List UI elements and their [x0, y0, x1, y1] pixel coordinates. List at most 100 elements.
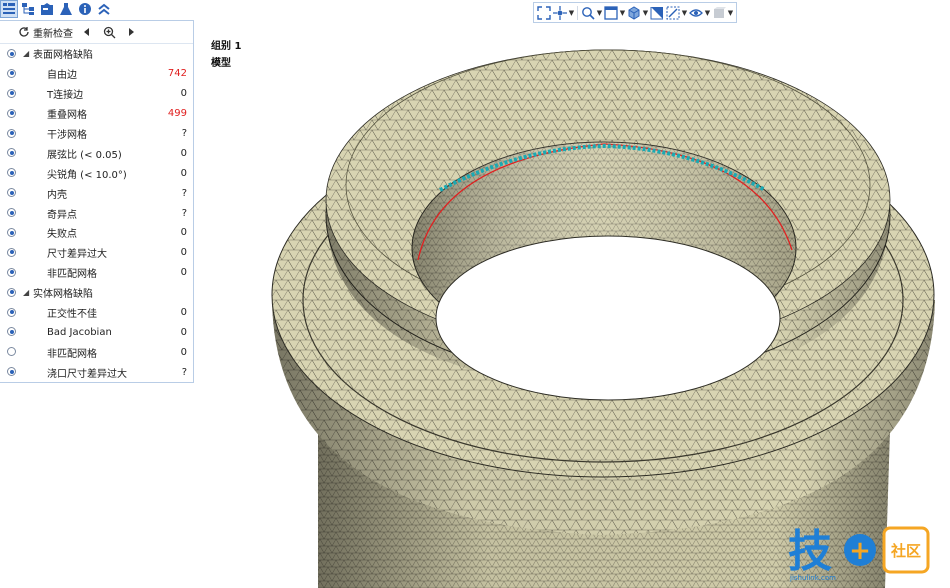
- defect-label: 失败点: [47, 229, 77, 241]
- item-radio[interactable]: [7, 88, 16, 98]
- defect-item[interactable]: 奇异点?: [0, 203, 193, 223]
- defect-label: Bad Jacobian: [47, 326, 112, 338]
- defect-group[interactable]: ◢ 表面网格缺陷: [0, 44, 193, 64]
- watermark-box: 社区: [890, 542, 921, 560]
- defect-label: 展弦比 (< 0.05): [47, 149, 122, 161]
- defect-item[interactable]: 展弦比 (< 0.05) 0: [0, 143, 193, 163]
- defect-count: ?: [181, 207, 187, 219]
- next-button[interactable]: [123, 24, 139, 40]
- item-radio[interactable]: [7, 128, 16, 138]
- item-radio[interactable]: [7, 188, 16, 198]
- pan-dropdown[interactable]: ▼: [568, 9, 575, 17]
- cube-dropdown[interactable]: ▼: [642, 9, 649, 17]
- site-watermark: 技 + 社区 jishulink.com: [788, 526, 930, 582]
- item-radio[interactable]: [7, 327, 16, 337]
- defect-count: 0: [180, 247, 187, 259]
- flask-tab[interactable]: [57, 0, 75, 18]
- defect-item[interactable]: 自由边 742: [0, 64, 193, 84]
- group-label: 表面网格缺陷: [33, 50, 93, 62]
- zoom-icon: [582, 6, 595, 20]
- divider: [577, 5, 578, 20]
- defect-item[interactable]: T连接边 0: [0, 84, 193, 104]
- section-icon: [666, 6, 680, 19]
- zoom-dropdown[interactable]: ▼: [596, 9, 603, 17]
- defect-count: ?: [181, 128, 187, 139]
- collapse-tab[interactable]: [95, 0, 113, 18]
- watermark-char: 技: [788, 526, 832, 577]
- defect-group[interactable]: ◢ 实体网格缺陷: [0, 283, 193, 303]
- defect-item[interactable]: 失败点 0: [0, 223, 193, 243]
- plane-button[interactable]: [649, 5, 665, 21]
- item-radio[interactable]: [7, 367, 16, 377]
- defect-item[interactable]: 尖锐角 (< 10.0°) 0: [0, 163, 193, 183]
- window-dropdown[interactable]: ▼: [619, 9, 626, 17]
- expand-caret-icon[interactable]: ◢: [23, 288, 29, 297]
- item-radio[interactable]: [7, 148, 16, 158]
- layers-tab[interactable]: [38, 0, 56, 18]
- free-edge-highlight: [417, 143, 793, 261]
- info-tab[interactable]: [76, 0, 94, 18]
- defect-item[interactable]: 浇口尺寸差异过大?: [0, 362, 193, 382]
- defect-item[interactable]: Bad Jacobian 0: [0, 322, 193, 342]
- defect-count: 0: [180, 267, 187, 279]
- pan-button[interactable]: [552, 5, 568, 21]
- section-button[interactable]: [665, 5, 681, 21]
- fit-view-button[interactable]: [536, 5, 552, 21]
- collar: [325, 49, 891, 381]
- previous-button[interactable]: [79, 24, 95, 40]
- defect-list: ◢ 表面网格缺陷 自由边 742 T连接边 0 重叠网格 499 干涉网格? 展弦比 (< 0.0…: [0, 44, 193, 382]
- display-icon: [714, 6, 726, 18]
- item-radio[interactable]: [7, 108, 16, 118]
- item-radio[interactable]: [7, 228, 16, 238]
- defect-item[interactable]: 尺寸差异过大 0: [0, 243, 193, 263]
- watermark-url: jishulink.com: [789, 574, 836, 582]
- model-label: 模型: [211, 58, 231, 69]
- defect-label: 重叠网格: [47, 110, 87, 122]
- zoom-button[interactable]: [580, 5, 596, 21]
- display-button[interactable]: [711, 5, 727, 21]
- view-toolbar: ▼ ▼ ▼ ▼ ▼ ▼ ▼: [533, 2, 737, 23]
- defect-item[interactable]: 内壳?: [0, 183, 193, 203]
- info-icon: [79, 3, 91, 15]
- cube-button[interactable]: [626, 5, 642, 21]
- eye-icon: [689, 8, 703, 17]
- item-radio[interactable]: [7, 347, 16, 357]
- triangle-left-icon: [84, 28, 89, 36]
- window-button[interactable]: [603, 5, 619, 21]
- defect-count: 0: [180, 147, 187, 159]
- panel-tab-strip: [0, 0, 114, 20]
- defect-item[interactable]: 非匹配网格 0: [0, 342, 193, 362]
- defect-label: 尖锐角 (< 10.0°): [47, 169, 127, 181]
- item-radio[interactable]: [7, 247, 16, 257]
- defect-count: 0: [180, 307, 187, 319]
- defect-count: 499: [167, 108, 187, 120]
- defect-item[interactable]: 正交性不佳 0: [0, 303, 193, 323]
- visibility-button[interactable]: [688, 5, 704, 21]
- zoom-to-button[interactable]: [101, 24, 117, 40]
- mesh-check-panel: 重新检查 ◢ 表面网格缺陷 自由边 742 T连接边 0 重叠网格 499 干涉网格? 展弦比 (…: [0, 20, 194, 383]
- bore: [411, 141, 797, 355]
- defect-count: 742: [167, 68, 187, 80]
- defect-label: 自由边: [47, 70, 77, 82]
- zoom-in-icon: [103, 26, 115, 38]
- expand-caret-icon[interactable]: ◢: [23, 49, 29, 58]
- item-radio[interactable]: [7, 68, 16, 78]
- item-radio[interactable]: [7, 307, 16, 317]
- tree-tab[interactable]: [0, 0, 18, 18]
- tree-icon: [3, 3, 15, 14]
- item-radio[interactable]: [7, 208, 16, 218]
- display-dropdown[interactable]: ▼: [727, 9, 734, 17]
- defect-item[interactable]: 重叠网格 499: [0, 104, 193, 124]
- recheck-button[interactable]: 重新检查: [18, 25, 73, 40]
- item-radio[interactable]: [7, 168, 16, 178]
- fit-view-icon: [537, 5, 551, 20]
- section-dropdown[interactable]: ▼: [681, 9, 688, 17]
- defect-item[interactable]: 非匹配网格 0: [0, 263, 193, 283]
- visibility-dropdown[interactable]: ▼: [704, 9, 711, 17]
- defect-item[interactable]: 干涉网格?: [0, 124, 193, 144]
- hierarchy-tab[interactable]: [19, 0, 37, 18]
- item-radio[interactable]: [7, 267, 16, 277]
- group-radio[interactable]: [7, 49, 16, 58]
- panel-toolbar: 重新检查: [0, 21, 193, 44]
- group-radio[interactable]: [7, 287, 16, 297]
